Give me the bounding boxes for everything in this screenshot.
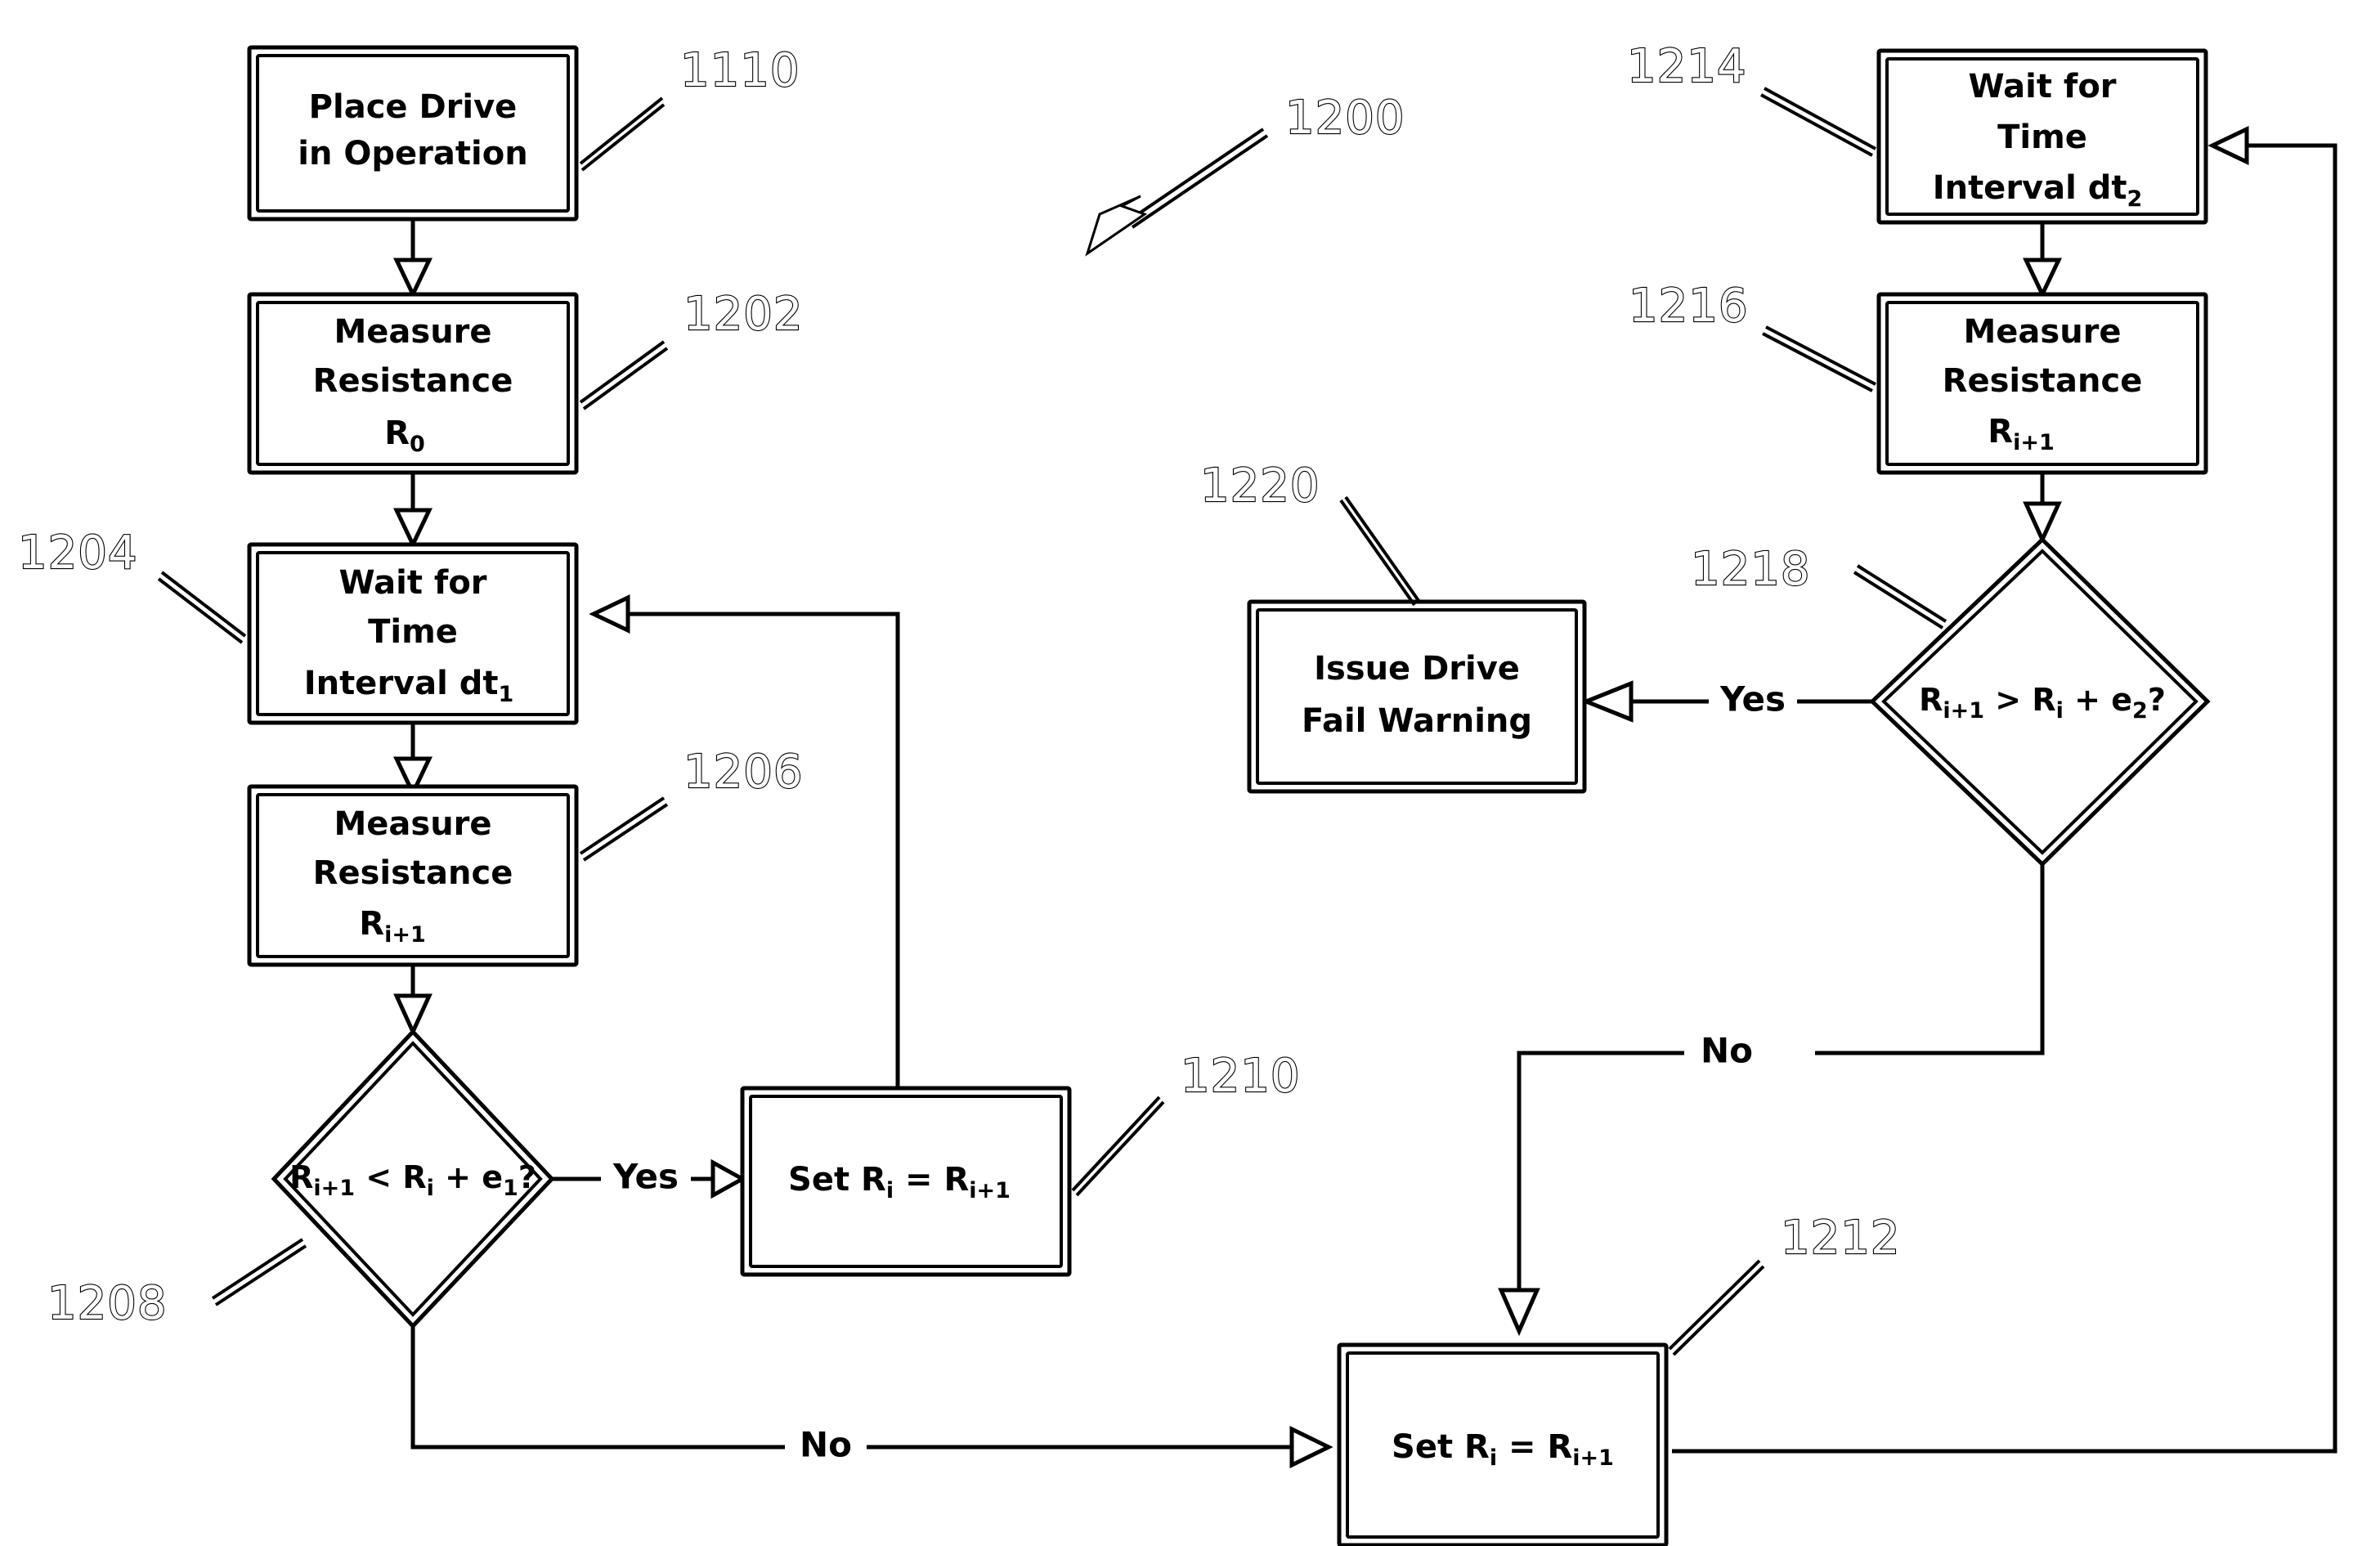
- ref-leader-1110: [579, 96, 666, 172]
- node-wait-dt1-line-1: Wait for: [338, 564, 486, 602]
- node-wait-for-time-interval-dt2[interactable]: Wait for Time Interval dt2: [1876, 48, 2208, 225]
- flowchart-svg: Place Drive in Operation Measure Resista…: [17, 39, 2337, 1546]
- ref-number-1202: 1202: [684, 288, 804, 341]
- ref-leader-1202: [579, 340, 669, 410]
- ref-leader-1204: [157, 571, 247, 644]
- node-wait-dt2-line-1: Wait for: [1968, 68, 2116, 105]
- node-place-drive-line-1: Place Drive: [309, 88, 518, 126]
- ref-number-1206: 1206: [684, 746, 804, 799]
- ref-leader-1218: [1853, 564, 1947, 630]
- node-decision-r-less-than[interactable]: Ri+1 < Ri + e1?: [271, 1028, 555, 1329]
- ref-number-1218: 1218: [1691, 543, 1811, 596]
- node-issue-warning-line-2: Fail Warning: [1302, 702, 1532, 740]
- ref-number-1210: 1210: [1181, 1050, 1301, 1103]
- node-place-drive-line-2: in Operation: [298, 135, 527, 173]
- connector-measure-ri1-right-to-decision-e2: [2023, 473, 2062, 545]
- ref-leader-1208: [211, 1238, 307, 1306]
- connector-wait-dt1-to-measure-ri1: [393, 723, 433, 798]
- connector-decision-e1-no-to-set-ri-1212: [410, 1326, 1333, 1469]
- node-set-ri-equals-ri1-1210[interactable]: Set Ri = Ri+1: [740, 1086, 1072, 1277]
- connector-measure-ri1-to-decision-e1: [393, 965, 433, 1037]
- node-measure-resistance-r0[interactable]: Measure Resistance R0: [247, 292, 579, 475]
- node-issue-warning-line-1: Issue Drive: [1314, 650, 1520, 688]
- edge-label-yes-1208-group: Yes: [601, 1154, 691, 1202]
- ref-leader-1212: [1668, 1259, 1765, 1356]
- node-wait-for-time-interval-dt1[interactable]: Wait for Time Interval dt1: [247, 542, 579, 725]
- ref-leader-1200: [1085, 128, 1269, 257]
- ref-number-1200: 1200: [1285, 92, 1405, 145]
- node-measure-r0-line-2: Resistance: [313, 362, 513, 400]
- connector-set-ri-1210-to-wait-dt1: [589, 594, 900, 1088]
- edge-label-yes-1218-group: Yes: [1709, 677, 1797, 724]
- node-measure-ri1-left-line-1: Measure: [334, 805, 491, 843]
- ref-number-1220: 1220: [1200, 459, 1320, 513]
- ref-leader-1206: [579, 796, 669, 862]
- edge-label-yes-1218: Yes: [1719, 679, 1786, 719]
- ref-number-1110: 1110: [680, 44, 800, 97]
- edge-label-yes-1208: Yes: [612, 1157, 679, 1197]
- connector-place-drive-to-measure-r0: [393, 219, 433, 299]
- node-measure-ri1-right-line-1: Measure: [1963, 313, 2121, 351]
- node-issue-drive-fail-warning[interactable]: Issue Drive Fail Warning: [1247, 599, 1587, 794]
- node-set-ri-equals-ri1-1212[interactable]: Set Ri = Ri+1: [1337, 1342, 1669, 1546]
- ref-leader-1220: [1339, 495, 1421, 607]
- node-place-drive-in-operation[interactable]: Place Drive in Operation: [247, 45, 579, 222]
- node-decision-r-greater-than[interactable]: Ri+1 > Ri + e2?: [1869, 536, 2211, 867]
- ref-number-1208: 1208: [47, 1277, 168, 1330]
- connector-decision-e2-no-to-set-ri-1212: [1498, 864, 2045, 1337]
- ref-number-1212: 1212: [1781, 1212, 1901, 1265]
- node-measure-ri1-left-line-2: Resistance: [313, 854, 513, 892]
- connector-wait-dt2-to-measure-ri1-right: [2023, 222, 2062, 299]
- ref-number-1214: 1214: [1627, 40, 1747, 93]
- edge-label-no-1208-group: No: [785, 1424, 867, 1472]
- node-wait-dt1-line-3: Interval dt1: [304, 665, 514, 707]
- ref-number-1204: 1204: [18, 527, 138, 580]
- node-wait-dt2-line-2: Time: [1997, 119, 2087, 156]
- node-measure-r0-line-1: Measure: [334, 313, 491, 351]
- ref-leader-1216: [1762, 325, 1876, 392]
- ref-leader-1210: [1071, 1096, 1165, 1197]
- edge-label-no-1218-group: No: [1686, 1030, 1768, 1078]
- node-measure-resistance-ri1-left[interactable]: Measure Resistance Ri+1: [247, 784, 579, 967]
- edge-label-no-1218: No: [1701, 1031, 1753, 1071]
- flowchart-canvas: Place Drive in Operation Measure Resista…: [0, 0, 2380, 1546]
- node-measure-ri1-right-line-2: Resistance: [1943, 362, 2143, 400]
- ref-number-1216: 1216: [1629, 280, 1749, 333]
- node-measure-resistance-ri1-right[interactable]: Measure Resistance Ri+1: [1876, 292, 2208, 475]
- ref-leader-1214: [1760, 87, 1876, 157]
- node-wait-dt1-line-2: Time: [368, 613, 458, 651]
- edge-label-no-1208: No: [800, 1425, 852, 1465]
- connector-measure-r0-to-wait-dt1: [393, 473, 433, 549]
- node-wait-dt2-line-3: Interval dt2: [1933, 169, 2143, 212]
